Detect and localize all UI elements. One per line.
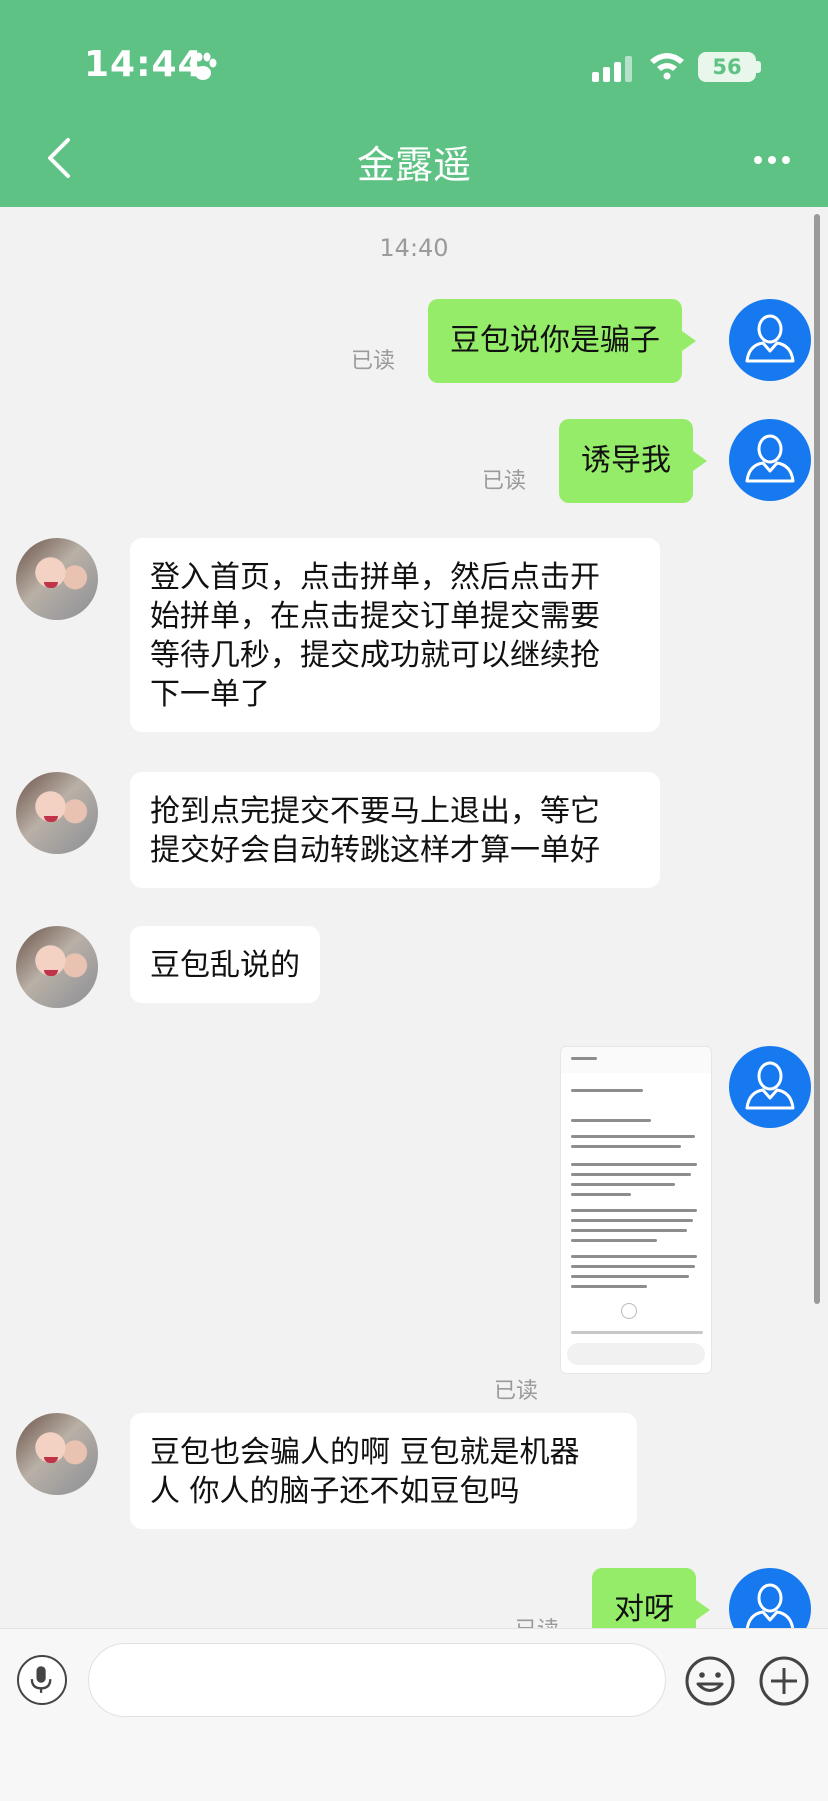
user-silhouette-icon bbox=[745, 1061, 795, 1110]
read-receipt: 已读 bbox=[351, 349, 396, 374]
read-receipt: 已读 bbox=[482, 469, 527, 494]
message-line: 抢到点完提交不要马上退出，等它 bbox=[150, 794, 600, 829]
emoji-icon[interactable] bbox=[684, 1655, 736, 1707]
scrollbar[interactable] bbox=[814, 214, 820, 1304]
my-avatar[interactable] bbox=[729, 419, 811, 501]
microphone-icon bbox=[30, 1666, 52, 1693]
battery-level: 56 bbox=[712, 55, 742, 79]
message-bubble-out[interactable]: 诱导我 bbox=[559, 419, 707, 503]
message-timestamp: 14:40 bbox=[379, 234, 449, 262]
user-silhouette-icon bbox=[745, 434, 795, 483]
message-input[interactable] bbox=[88, 1643, 666, 1717]
my-avatar[interactable] bbox=[729, 299, 811, 381]
friend-avatar[interactable] bbox=[16, 772, 98, 854]
paw-icon bbox=[189, 52, 217, 80]
chat-header: 14:44 56 金露遥 bbox=[0, 0, 828, 207]
message-line: 始拼单，在点击提交订单提交需要 bbox=[150, 599, 600, 634]
plus-icon[interactable] bbox=[758, 1655, 810, 1707]
message-bubble-in[interactable]: 登入首页，点击拼单，然后点击开 始拼单，在点击提交订单提交需要 等待几秒，提交成… bbox=[130, 538, 660, 732]
my-avatar[interactable] bbox=[729, 1046, 811, 1128]
message-bubble-in[interactable]: 豆包乱说的 bbox=[130, 926, 320, 1003]
message-line: 等待几秒，提交成功就可以继续抢 bbox=[150, 638, 600, 673]
message-bubble-in[interactable]: 豆包也会骗人的啊 豆包就是机器 人 你人的脑子还不如豆包吗 bbox=[130, 1413, 637, 1529]
friend-avatar[interactable] bbox=[16, 926, 98, 1008]
user-silhouette-icon bbox=[745, 314, 795, 363]
message-line: 提交好会自动转跳这样才算一单好 bbox=[150, 833, 600, 868]
more-icon[interactable] bbox=[752, 150, 792, 170]
message-bubble-in[interactable]: 抢到点完提交不要马上退出，等它 提交好会自动转跳这样才算一单好 bbox=[130, 772, 660, 888]
message-line: 豆包也会骗人的啊 豆包就是机器 bbox=[150, 1435, 580, 1470]
message-line: 人 你人的脑子还不如豆包吗 bbox=[150, 1474, 520, 1509]
signal-icon bbox=[592, 56, 632, 82]
message-line: 下一单了 bbox=[150, 677, 270, 712]
message-bubble-out[interactable]: 豆包说你是骗子 bbox=[428, 299, 696, 383]
microphone-button[interactable] bbox=[17, 1655, 67, 1705]
wifi-icon bbox=[650, 53, 684, 80]
image-message[interactable] bbox=[560, 1046, 712, 1374]
read-receipt: 已读 bbox=[494, 1379, 539, 1404]
friend-avatar[interactable] bbox=[16, 1413, 98, 1495]
chat-title: 金露遥 bbox=[356, 143, 471, 187]
friend-avatar[interactable] bbox=[16, 538, 98, 620]
message-line: 登入首页，点击拼单，然后点击开 bbox=[150, 560, 600, 595]
